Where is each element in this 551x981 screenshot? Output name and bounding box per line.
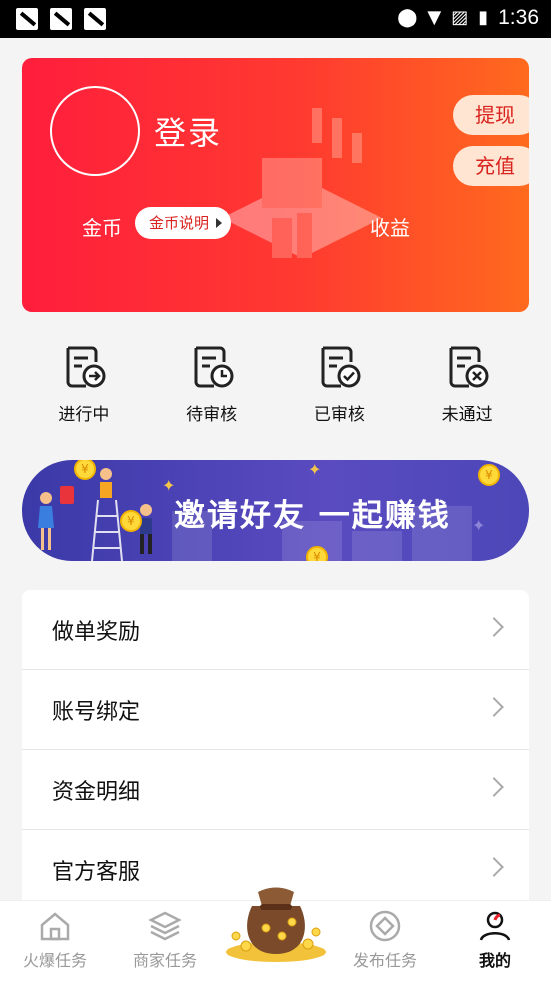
shop-illustration: [222, 108, 382, 258]
tab-publish-task[interactable]: 发布任务: [330, 909, 440, 971]
tab-merchant-tasks[interactable]: 商家任务: [110, 909, 220, 971]
clock: 1:36: [498, 6, 539, 29]
publish-icon: [369, 910, 401, 942]
tab-mine[interactable]: 我的: [440, 909, 550, 971]
task-reviewed-icon: [321, 346, 361, 388]
tab-label: 商家任务: [132, 951, 197, 970]
banner-building: [352, 531, 402, 561]
coins-label: 金币: [82, 216, 122, 240]
tab-label: 火爆任务: [22, 951, 87, 970]
layers-icon: [148, 911, 182, 941]
menu-item-fund-details[interactable]: 资金明细: [22, 750, 529, 830]
coin-icon: ¥: [478, 464, 500, 486]
task-rejected-icon: [449, 346, 489, 388]
coin-icon: ¥: [120, 510, 142, 532]
menu-item-label: 做单奖励: [52, 620, 141, 645]
coins-help-label: 金币说明: [149, 214, 210, 232]
login-link[interactable]: 登录: [154, 108, 222, 154]
recharge-button[interactable]: 充值: [453, 146, 529, 186]
settings-menu: 做单奖励 账号绑定 资金明细 官方客服: [22, 590, 529, 910]
location-icon: ⬤: [397, 7, 418, 28]
people-illustration: [38, 468, 152, 561]
home-icon: [40, 912, 70, 941]
menu-item-order-rewards[interactable]: 做单奖励: [22, 590, 529, 670]
status-reviewed[interactable]: 已审核: [276, 338, 404, 428]
sparkle-icon: ✦: [472, 516, 486, 535]
menu-item-label: 官方客服: [52, 860, 141, 885]
battery-icon: ▮: [478, 7, 489, 28]
profile-card: 登录 提现 充值 金币 金币说明 收益: [22, 58, 529, 312]
task-pending-review-icon: [194, 346, 234, 388]
status-label: 进行中: [58, 405, 110, 425]
status-label: 已审核: [313, 405, 365, 425]
coins-help-button[interactable]: 金币说明: [135, 207, 232, 239]
status-bar: ⬤ ▼ ▨ ▮ 1:36: [0, 0, 551, 38]
menu-item-account-binding[interactable]: 账号绑定: [22, 670, 529, 750]
status-pending-review[interactable]: 待审核: [148, 338, 276, 428]
withdraw-button[interactable]: 提现: [453, 95, 529, 135]
chevron-right-icon: [484, 857, 504, 877]
notification-icon: [84, 8, 106, 30]
task-in-progress-icon: [66, 346, 106, 388]
caret-right-icon: [216, 218, 223, 228]
chevron-right-icon: [484, 777, 504, 797]
status-in-progress[interactable]: 进行中: [20, 338, 148, 428]
money-bag-button[interactable]: [222, 866, 330, 966]
invite-friends-banner[interactable]: ¥ ¥ ¥ ¥ ✦ ✦ ✦ 邀请好友 一起赚钱: [22, 460, 529, 561]
wifi-icon: ▼: [427, 7, 442, 28]
tab-label: 发布任务: [352, 951, 417, 970]
menu-item-label: 资金明细: [52, 780, 141, 805]
status-rejected[interactable]: 未通过: [403, 338, 531, 428]
banner-text: 邀请好友 一起赚钱: [174, 498, 451, 534]
earnings-label: 收益: [370, 216, 410, 240]
sparkle-icon: ✦: [308, 460, 322, 479]
tab-hot-tasks[interactable]: 火爆任务: [0, 909, 110, 971]
status-label: 待审核: [186, 405, 238, 425]
status-label: 未通过: [441, 405, 493, 425]
task-status-row: 进行中 待审核 已审核 未通过: [20, 338, 531, 428]
avatar[interactable]: [50, 86, 140, 176]
no-signal-icon: ▨: [451, 7, 469, 28]
chevron-right-icon: [484, 617, 504, 637]
coin-icon: ¥: [306, 546, 328, 561]
profile-icon: [479, 911, 511, 941]
menu-item-label: 账号绑定: [52, 700, 141, 725]
tab-label: 我的: [478, 951, 511, 970]
notification-icon: [50, 8, 72, 30]
chevron-right-icon: [484, 697, 504, 717]
notification-icon: [16, 8, 38, 30]
